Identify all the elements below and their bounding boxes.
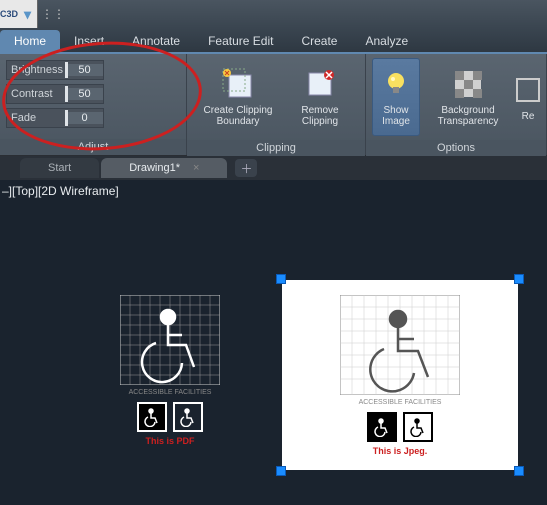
panel-clipping: Create Clipping Boundary Remove Clipping… [187,54,366,155]
transparency-icon [451,67,485,101]
pdf-caption: This is PDF [145,436,194,446]
panel-adjust-title[interactable]: Adjust [0,139,186,155]
app-logo-text: C3D [0,9,18,19]
frame-icon [511,73,545,107]
jpeg-caption: This is Jpeg. [373,446,428,456]
create-clipping-boundary-button[interactable]: Create Clipping Boundary [193,58,283,136]
qat-grip-icon[interactable]: ⋮⋮ [44,5,62,23]
wheelchair-mini-light-jpeg [403,412,433,442]
background-transparency-button[interactable]: Background Transparency [428,58,508,136]
ribbon: Brightness 50 Contrast 50 Fade 0 Adjust [0,54,547,156]
titlebar: C3D ▾ ⋮⋮ [0,0,547,28]
contrast-value[interactable]: 50 [65,88,103,100]
jpeg-image[interactable]: ACCESSIBLE FACILITIES This is Jpeg. [282,280,518,470]
grip-tl[interactable] [276,274,286,284]
viewport[interactable]: –][Top][2D Wireframe] ACCESSIBLE FACILIT… [0,180,547,505]
fade-label: Fade [7,112,65,124]
transparency-label: Background Transparency [430,105,506,127]
contrast-slider[interactable]: Contrast 50 [6,84,104,104]
grip-bl[interactable] [276,466,286,476]
wheelchair-grid-graphic [120,295,220,385]
tab-create[interactable]: Create [287,30,351,52]
tab-annotate[interactable]: Annotate [118,30,194,52]
doc-tab-drawing1[interactable]: Drawing1* × [101,158,227,178]
panel-adjust: Brightness 50 Contrast 50 Fade 0 Adjust [0,54,187,155]
fade-value[interactable]: 0 [65,112,103,124]
create-clipping-label: Create Clipping Boundary [195,105,281,127]
tab-analyze[interactable]: Analyze [351,30,422,52]
tab-home[interactable]: Home [0,30,60,52]
pdf-subcaption: ACCESSIBLE FACILITIES [129,389,212,396]
lightbulb-icon [379,67,413,101]
brightness-value[interactable]: 50 [65,64,103,76]
partial-label: Re [522,111,535,122]
app-logo: C3D ▾ [0,0,38,28]
jpeg-subcaption: ACCESSIBLE FACILITIES [359,399,442,406]
quick-access-toolbar: ⋮⋮ [38,5,62,23]
dropdown-arrow-icon[interactable]: ▾ [24,6,31,23]
ribbon-tabs: Home Insert Annotate Feature Edit Create… [0,28,547,54]
fade-slider[interactable]: Fade 0 [6,108,104,128]
contrast-label: Contrast [7,88,65,100]
panel-options: Show Image Background Transparency Re Op… [366,54,547,155]
wheelchair-mini-dark-jpeg [367,412,397,442]
grip-br[interactable] [514,466,524,476]
grip-tr[interactable] [514,274,524,284]
remove-clipping-icon [303,67,337,101]
show-image-label: Show Image [375,105,417,127]
tab-feature-edit[interactable]: Feature Edit [194,30,287,52]
panel-options-title[interactable]: Options [366,140,546,156]
create-clipping-icon [221,67,255,101]
wheelchair-mini-dark [137,402,167,432]
brightness-label: Brightness [7,64,65,76]
wheelchair-grid-graphic-jpeg [340,295,460,395]
tab-insert[interactable]: Insert [60,30,118,52]
panel-clipping-title[interactable]: Clipping [187,140,365,156]
close-icon[interactable]: × [193,162,199,174]
doc-tab-label: Drawing1* [129,162,180,174]
view-controls-label[interactable]: –][Top][2D Wireframe] [2,184,119,198]
document-tabs: Start Drawing1* × ＋ [0,156,547,180]
add-document-tab[interactable]: ＋ [235,159,257,177]
pdf-underlay[interactable]: ACCESSIBLE FACILITIES This is PDF [100,295,240,446]
remove-clipping-button[interactable]: Remove Clipping [291,58,349,136]
doc-tab-start[interactable]: Start [20,158,99,178]
show-image-button[interactable]: Show Image [372,58,420,136]
plus-icon: ＋ [240,160,252,177]
wheelchair-mini-light [173,402,203,432]
remove-clipping-label: Remove Clipping [293,105,347,127]
brightness-slider[interactable]: Brightness 50 [6,60,104,80]
partial-button[interactable]: Re [516,58,540,136]
